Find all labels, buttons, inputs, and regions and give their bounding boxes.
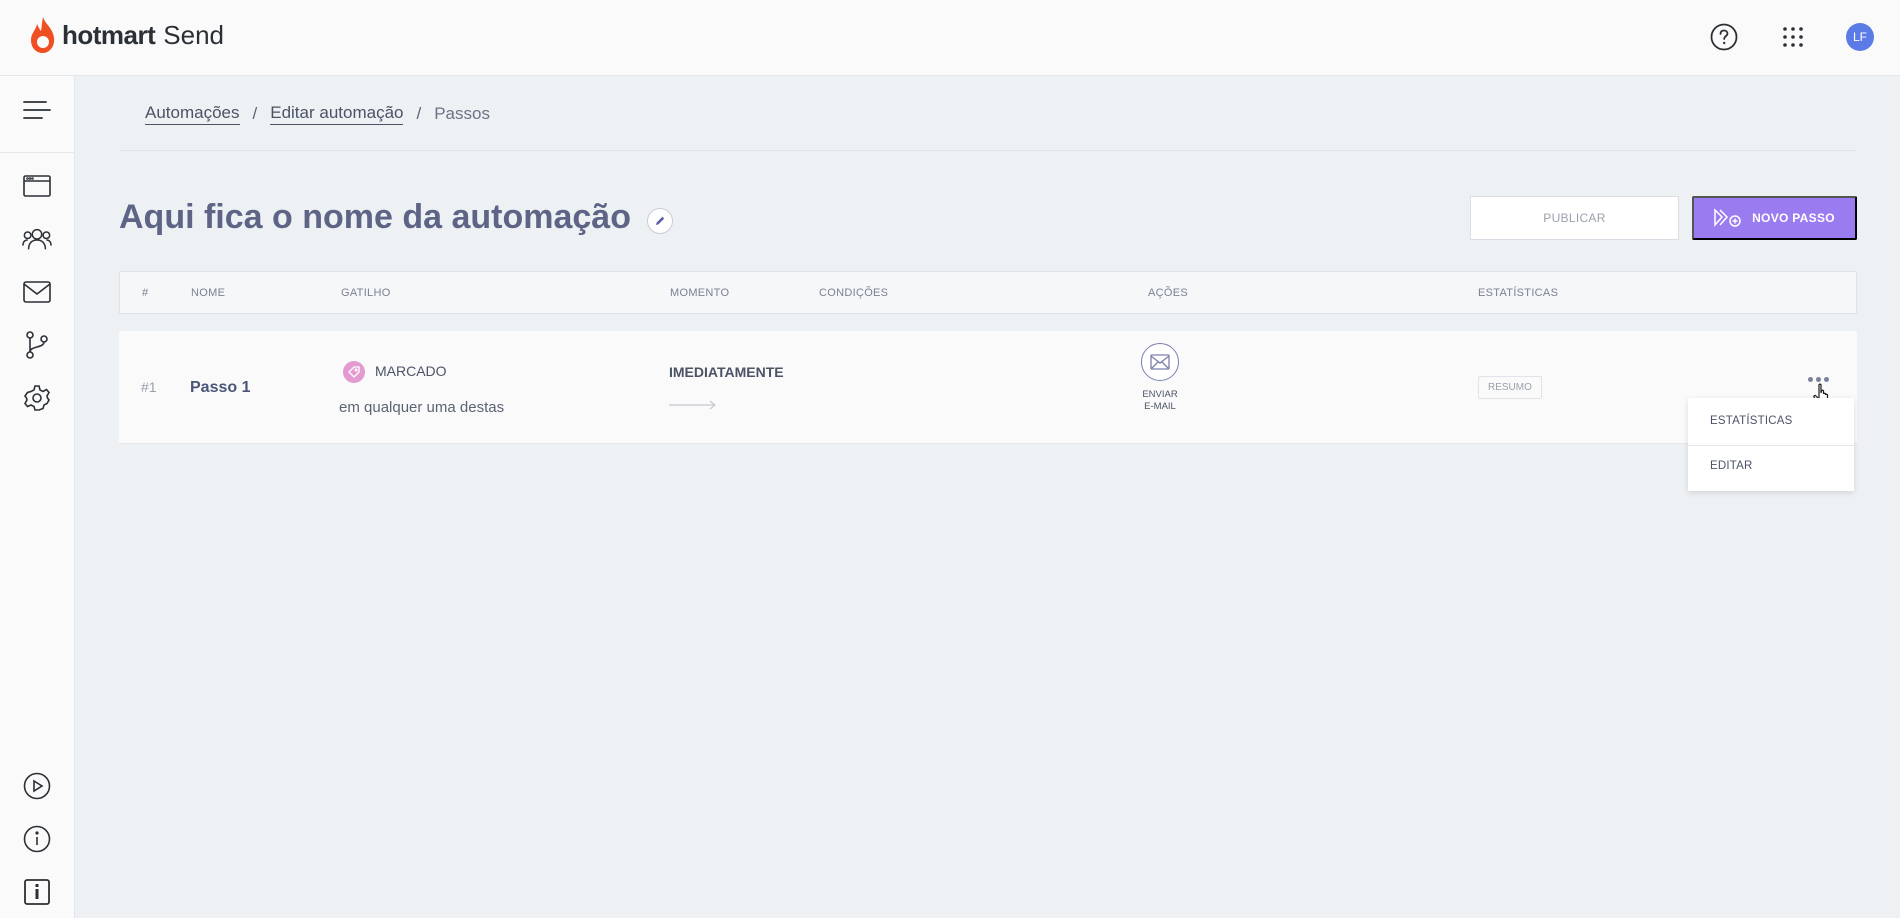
- breadcrumb: Automações / Editar automação / Passos: [145, 103, 490, 125]
- help-icon[interactable]: [1709, 22, 1739, 52]
- column-header: ESTATÍSTICAS: [1478, 287, 1559, 299]
- contacts-icon[interactable]: [22, 224, 52, 254]
- stats-summary-badge[interactable]: RESUMO: [1478, 376, 1542, 399]
- flame-icon: [31, 17, 55, 53]
- more-options-icon[interactable]: [1808, 377, 1829, 382]
- browser-icon[interactable]: [22, 171, 52, 201]
- menu-icon[interactable]: [22, 95, 52, 125]
- new-step-label: NOVO PASSO: [1752, 211, 1835, 225]
- column-header: AÇÕES: [1148, 287, 1189, 299]
- breadcrumb-editar-automacao[interactable]: Editar automação: [270, 103, 404, 125]
- menu-item-edit[interactable]: EDITAR: [1710, 460, 1753, 472]
- sidebar-divider: [0, 152, 75, 153]
- pencil-icon: [656, 216, 665, 225]
- edit-title-button[interactable]: [647, 208, 673, 234]
- tag-icon: [343, 361, 365, 383]
- new-step-button[interactable]: NOVO PASSO: [1692, 196, 1857, 240]
- trigger-tag: MARCADO: [375, 363, 447, 379]
- column-header: #: [142, 287, 149, 299]
- moment-label: IMEDIATAMENTE: [669, 364, 784, 380]
- step-name[interactable]: Passo 1: [190, 379, 250, 397]
- row-context-menu: ESTATÍSTICAS EDITAR: [1688, 398, 1854, 491]
- publish-button[interactable]: PUBLICAR: [1470, 196, 1679, 240]
- column-header: GATILHO: [341, 287, 391, 299]
- breadcrumb-separator: /: [416, 104, 422, 123]
- breadcrumb-separator: /: [252, 104, 258, 123]
- flow-icon[interactable]: [22, 330, 52, 360]
- brand-name: hotmart: [62, 19, 156, 50]
- info-icon[interactable]: [22, 824, 52, 854]
- page-title: Aqui fica o nome da automação: [119, 198, 631, 236]
- step-number: #1: [141, 379, 157, 395]
- info-box-icon[interactable]: [22, 877, 52, 907]
- logo[interactable]: hotmart Send: [28, 16, 224, 54]
- breadcrumb-automacoes[interactable]: Automações: [145, 103, 240, 125]
- arrow-right-icon: [669, 400, 716, 410]
- apps-grid-icon[interactable]: [1778, 22, 1808, 52]
- column-header: NOME: [191, 287, 226, 299]
- trigger-description: em qualquer uma destas: [339, 399, 505, 416]
- email-icon[interactable]: [22, 277, 52, 307]
- column-header: MOMENTO: [670, 287, 730, 299]
- brand-suffix: Send: [163, 19, 225, 50]
- play-icon[interactable]: [22, 771, 52, 801]
- breadcrumb-current: Passos: [434, 104, 490, 123]
- envelope-icon: [1150, 354, 1170, 370]
- menu-divider: [1688, 445, 1854, 446]
- action-label-line1: ENVIAR: [1142, 389, 1178, 400]
- send-email-action[interactable]: [1141, 343, 1179, 381]
- settings-icon[interactable]: [22, 383, 52, 413]
- table-row[interactable]: #1 Passo 1 MARCADO em qualquer uma desta…: [119, 331, 1857, 444]
- sidebar: [0, 76, 75, 918]
- avatar[interactable]: LF: [1846, 23, 1874, 51]
- top-bar: hotmart Send LF: [0, 0, 1900, 76]
- add-step-icon: [1714, 208, 1741, 227]
- header-divider: [119, 150, 1855, 151]
- column-header: CONDIÇÕES: [819, 287, 889, 299]
- menu-item-statistics[interactable]: ESTATÍSTICAS: [1710, 415, 1793, 427]
- table-header: # NOME GATILHO MOMENTO CONDIÇÕES AÇÕES E…: [119, 271, 1857, 314]
- action-label: ENVIAR E-MAIL: [1130, 389, 1190, 413]
- action-label-line2: E-MAIL: [1144, 401, 1176, 412]
